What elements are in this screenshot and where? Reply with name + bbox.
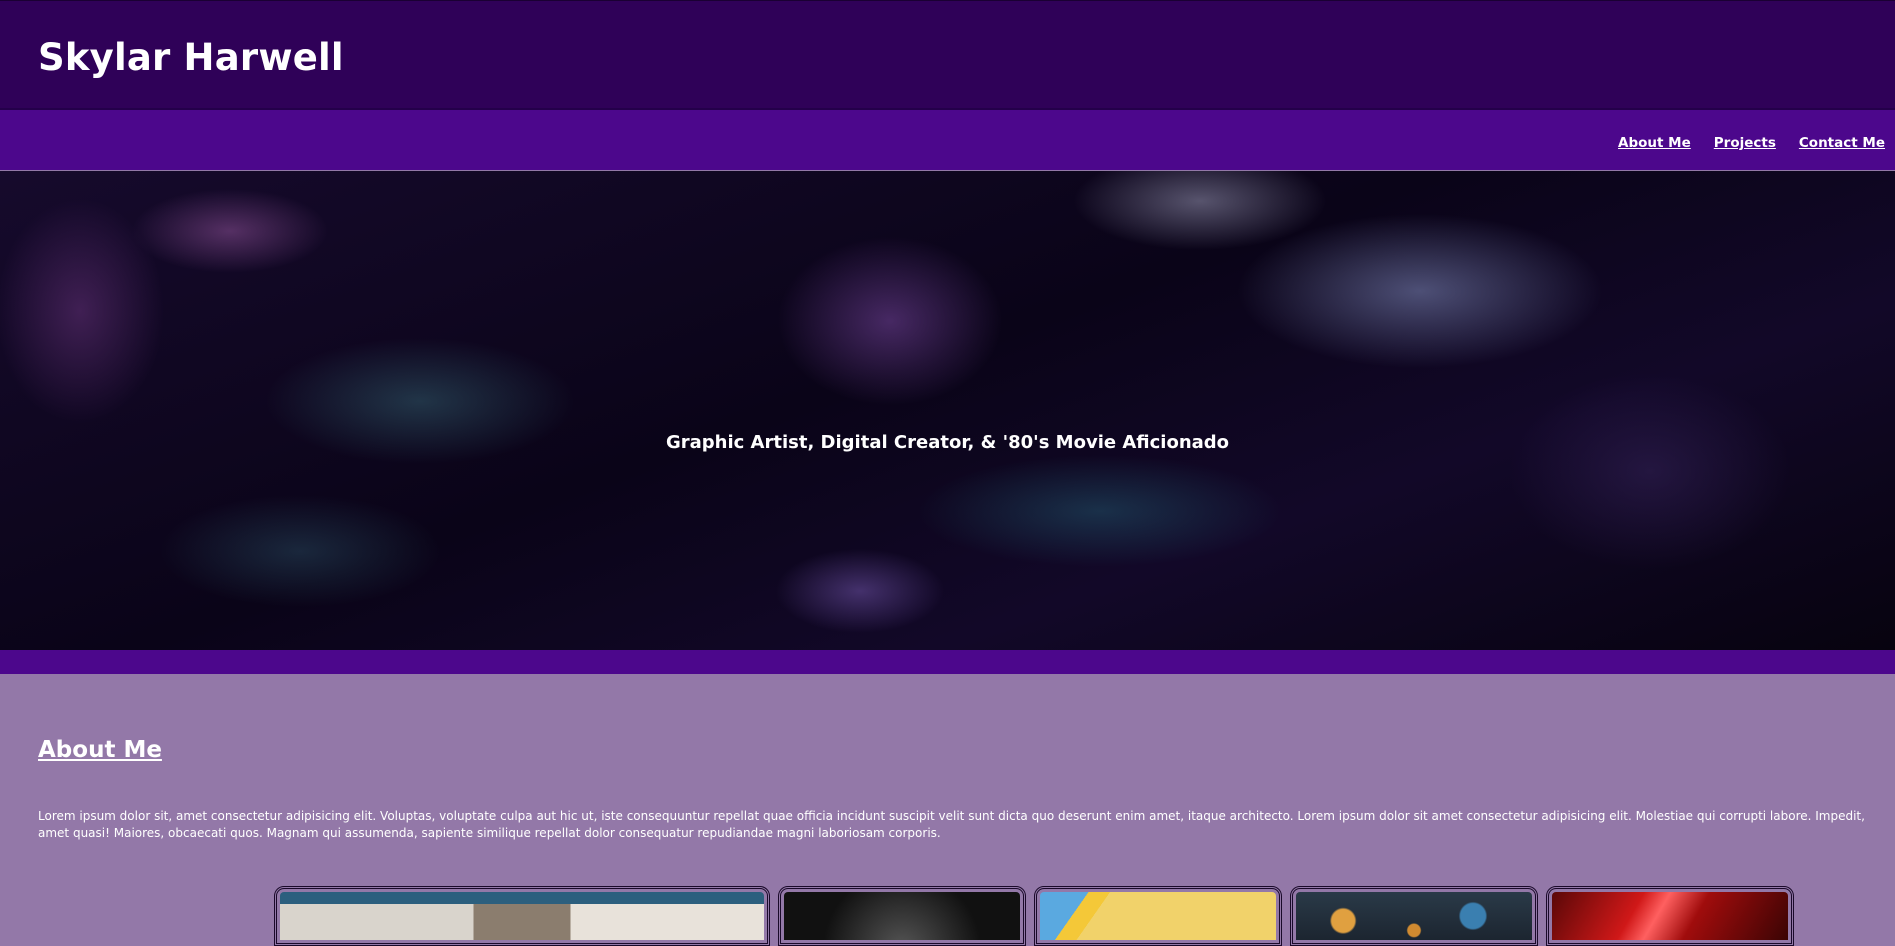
- project-thumbnail-2[interactable]: [778, 886, 1026, 946]
- nav-bar: About Me Projects Contact Me: [0, 110, 1895, 170]
- project-thumbnail-3[interactable]: [1034, 886, 1282, 946]
- project-thumbnail-4[interactable]: [1290, 886, 1538, 946]
- nav-link-about-me[interactable]: About Me: [1618, 135, 1691, 151]
- project-thumbnail-5[interactable]: [1546, 886, 1794, 946]
- site-header: Skylar Harwell: [0, 0, 1895, 110]
- project-thumbnail-1[interactable]: [274, 886, 770, 946]
- site-title: Skylar Harwell: [38, 36, 344, 79]
- about-body-text: Lorem ipsum dolor sit, amet consectetur …: [38, 809, 1865, 840]
- project-image-4: [1296, 892, 1532, 940]
- project-image-3: [1040, 892, 1276, 940]
- project-image-2: [784, 892, 1020, 940]
- nav-link-projects[interactable]: Projects: [1714, 135, 1776, 151]
- about-heading: About Me: [38, 737, 162, 763]
- nav-links: About Me Projects Contact Me: [1618, 135, 1885, 151]
- hero-bottom-band: [0, 650, 1895, 674]
- project-image-5: [1552, 892, 1788, 940]
- hero-banner: Graphic Artist, Digital Creator, & '80's…: [0, 171, 1895, 650]
- project-image-1: [280, 892, 764, 940]
- nav-link-contact-me[interactable]: Contact Me: [1799, 135, 1885, 151]
- hero-tagline: Graphic Artist, Digital Creator, & '80's…: [665, 432, 1230, 453]
